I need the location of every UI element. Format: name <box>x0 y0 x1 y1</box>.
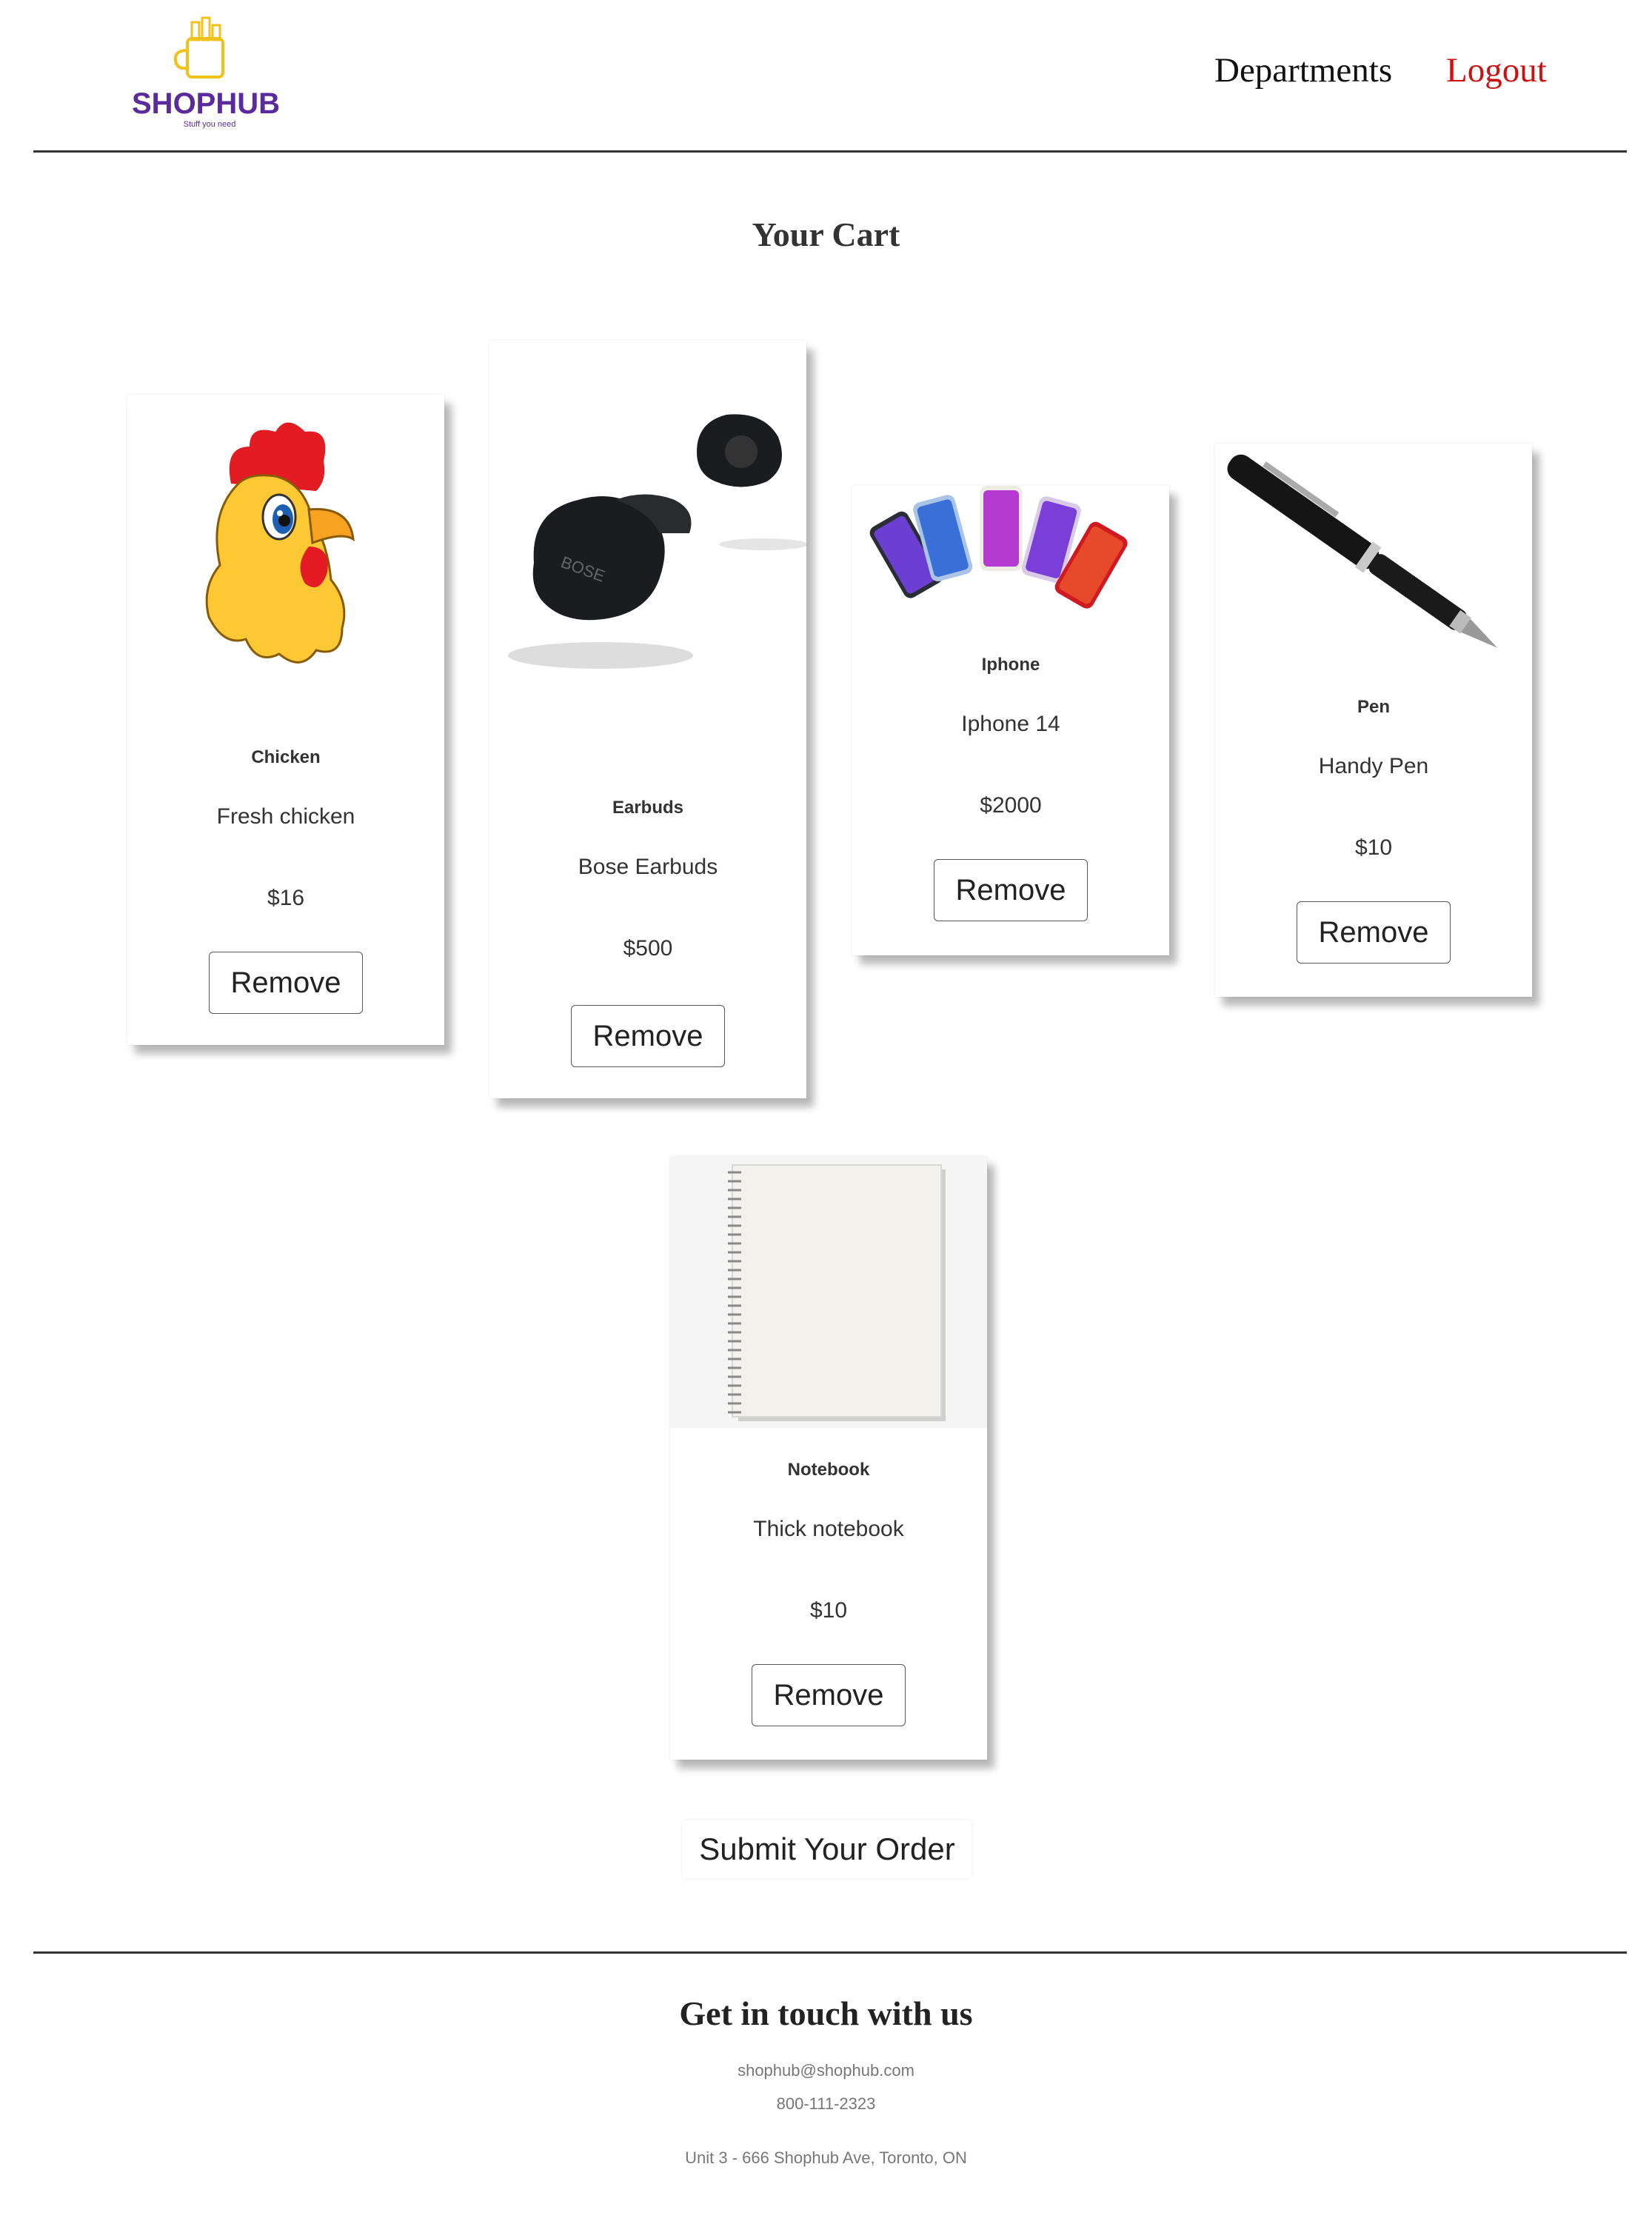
earbuds-image: BOSE <box>489 341 806 681</box>
remove-button[interactable]: Remove <box>752 1664 906 1726</box>
footer-divider <box>33 1951 1627 1954</box>
chicken-image <box>127 395 444 706</box>
nav-logout-link[interactable]: Logout <box>1446 50 1547 90</box>
submit-order-button[interactable]: Submit Your Order <box>683 1820 972 1878</box>
brand-name: SHOPHUB <box>132 87 281 120</box>
header-divider <box>33 150 1627 153</box>
mug-icon <box>173 16 224 79</box>
remove-button[interactable]: Remove <box>934 859 1088 921</box>
cart-item-notebook: Notebook Thick notebook $10 Remove <box>670 1156 987 1760</box>
item-description: Handy Pen <box>1318 754 1429 778</box>
footer-title: Get in touch with us <box>679 1994 973 2032</box>
item-price: $2000 <box>980 793 1042 818</box>
remove-button[interactable]: Remove <box>1297 901 1451 964</box>
pen-image <box>1215 444 1532 673</box>
item-name: Chicken <box>251 747 321 767</box>
cart-item-iphone: Iphone Iphone 14 $2000 Remove <box>852 486 1169 955</box>
nav-departments-link[interactable]: Departments <box>1214 50 1392 90</box>
footer-phone: 800-111-2323 <box>776 2094 876 2113</box>
item-price: $10 <box>1354 835 1393 860</box>
item-price: $10 <box>809 1598 848 1623</box>
page-title: Your Cart <box>752 216 900 253</box>
item-name: Pen <box>1357 697 1390 717</box>
item-price: $16 <box>267 886 305 910</box>
brand-logo[interactable]: SHOPHUB Stuff you need <box>132 16 280 135</box>
item-price: $500 <box>623 936 673 961</box>
cart-item-earbuds: BOSE Earbuds Bose Earbuds $500 Remove <box>489 341 806 1098</box>
footer-email[interactable]: shophub@shophub.com <box>0 2061 1652 2080</box>
item-name: Iphone <box>981 655 1040 675</box>
iphone-image <box>852 486 1169 627</box>
remove-button[interactable]: Remove <box>209 952 363 1014</box>
item-description: Iphone 14 <box>961 712 1060 736</box>
item-name: Earbuds <box>612 798 684 818</box>
brand-tagline: Stuff you need <box>183 120 236 129</box>
item-description: Thick notebook <box>753 1517 904 1541</box>
item-name: Notebook <box>787 1460 870 1480</box>
remove-button[interactable]: Remove <box>571 1005 725 1067</box>
notebook-image <box>670 1156 987 1428</box>
item-description: Bose Earbuds <box>578 855 718 879</box>
cart-item-chicken: Chicken Fresh chicken $16 Remove <box>127 395 444 1045</box>
footer-address: Unit 3 - 666 Shophub Ave, Toronto, ON <box>685 2148 967 2167</box>
cart-item-pen: Pen Handy Pen $10 Remove <box>1215 444 1532 997</box>
item-description: Fresh chicken <box>216 804 355 829</box>
